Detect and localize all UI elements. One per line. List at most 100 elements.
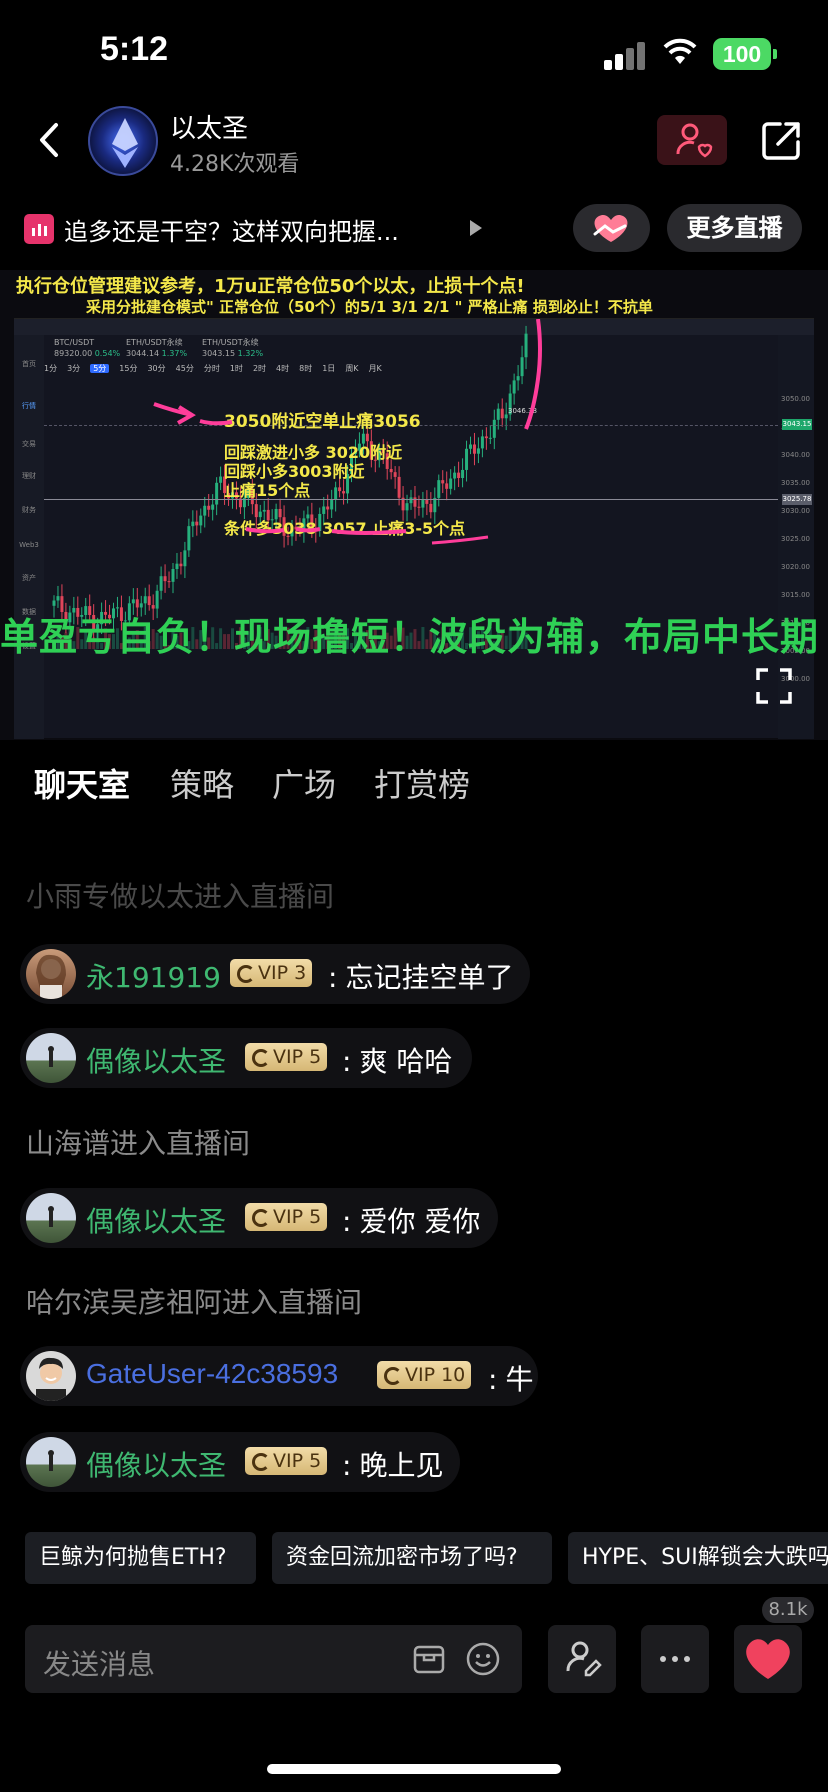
battery-indicator: 100 xyxy=(713,38,777,70)
trading-chart-screen: 首页 行情 交易 理财 财务 Web3 资产 数据 设置 BTC/USDT 893… xyxy=(14,318,814,739)
view-count: 4.28K次观看 xyxy=(170,152,300,177)
more-dots-icon xyxy=(660,1656,690,1662)
user-edit-icon xyxy=(566,1641,602,1677)
stream-title: 追多还是干空？这样双向把握... xyxy=(64,218,399,246)
avatar[interactable] xyxy=(26,1351,76,1401)
cellular-signal-icon xyxy=(604,42,648,70)
annotation-line: 回踩激进小多 3020附近 xyxy=(224,443,403,462)
candle-body xyxy=(421,498,425,508)
like-button[interactable] xyxy=(734,1625,802,1693)
wallet-icon[interactable] xyxy=(412,1642,446,1676)
chat-username[interactable]: GateUser-42c38593 xyxy=(86,1358,338,1390)
tab-chatroom[interactable]: 聊天室 xyxy=(34,760,130,806)
heart-like-icon xyxy=(746,1639,790,1679)
candle-body xyxy=(504,414,508,419)
candle-body xyxy=(187,526,191,551)
fullscreen-icon[interactable] xyxy=(754,666,794,706)
home-indicator[interactable] xyxy=(267,1764,561,1774)
system-message: 小雨专做以太进入直播间 xyxy=(26,880,335,913)
bar-chart-icon xyxy=(24,214,54,244)
candle-body xyxy=(445,483,449,489)
scrolling-marquee: 单盈亏自负！现场撸短！波段为辅，布局中长期 xyxy=(0,615,820,659)
candle-body xyxy=(147,596,151,606)
candle-body xyxy=(159,576,163,591)
candle-body xyxy=(453,472,457,479)
vip-badge: VIP 5 xyxy=(245,1043,328,1071)
high-label: 3046.38 xyxy=(508,407,537,415)
price-level-line xyxy=(44,499,778,500)
stream-title-row[interactable]: 追多还是干空？这样双向把握... xyxy=(24,206,584,250)
candle-body xyxy=(476,448,480,454)
candle-body xyxy=(449,478,453,489)
annotation-line: 回踩小多3003附近 xyxy=(224,462,365,481)
tab-square[interactable]: 广场 xyxy=(272,760,336,806)
chat-username[interactable]: 偶像以太圣 xyxy=(86,1040,226,1080)
candle-body xyxy=(520,357,524,377)
candle-body xyxy=(56,596,60,601)
candle-body xyxy=(52,600,56,606)
chat-text: : 爱你 爱你 xyxy=(342,1205,481,1238)
ethereum-logo-icon xyxy=(112,118,138,168)
chat-text: : 忘记挂空单了 xyxy=(328,961,514,994)
tab-strategy[interactable]: 策略 xyxy=(170,760,234,806)
system-message: 山海谱进入直播间 xyxy=(26,1127,251,1160)
host-name[interactable]: 以太圣 xyxy=(170,108,248,145)
message-input[interactable]: 发送消息 xyxy=(25,1625,522,1693)
candle-body xyxy=(195,521,199,526)
like-count: 8.1k xyxy=(762,1597,814,1623)
candle-body xyxy=(211,504,215,510)
play-triangle-icon xyxy=(470,220,482,236)
follow-button[interactable] xyxy=(657,115,727,165)
user-edit-button[interactable] xyxy=(548,1625,616,1693)
candle-body xyxy=(524,333,528,358)
level-price-tag: 3025.78 xyxy=(782,494,812,505)
annotation-conditional-long: 条件多3038 3057 止痛3-5个点 xyxy=(224,519,466,538)
avatar[interactable] xyxy=(26,1437,76,1487)
vip-badge: VIP 3 xyxy=(230,959,313,987)
candle-body xyxy=(461,469,465,479)
candle-body xyxy=(199,515,203,526)
candle-body xyxy=(219,476,223,483)
candle-body xyxy=(167,581,171,583)
topic-chip[interactable]: 巨鲸为何抛售ETH? xyxy=(25,1532,256,1584)
candle-body xyxy=(500,408,504,419)
candle-body xyxy=(437,480,441,498)
host-avatar[interactable] xyxy=(88,106,158,176)
chat-username[interactable]: 偶像以太圣 xyxy=(86,1444,226,1484)
vip-badge: VIP 10 xyxy=(377,1361,472,1389)
emoji-icon[interactable] xyxy=(465,1641,501,1677)
share-icon[interactable] xyxy=(760,118,804,162)
chat-message: 偶像以太圣 VIP 5 : 晚上见 xyxy=(20,1432,460,1492)
candle-body xyxy=(207,505,211,510)
candle-body xyxy=(417,506,421,508)
back-arrow-icon[interactable] xyxy=(30,115,70,165)
avatar[interactable] xyxy=(26,1033,76,1083)
live-video-player[interactable]: 执行仓位管理建议参考，1万u正常仓位50个以太，止损十个点! 采用分批建仓模式"… xyxy=(0,270,828,740)
candle-body xyxy=(191,521,195,527)
topic-chip[interactable]: 资金回流加密市场了吗? xyxy=(272,1532,552,1584)
topic-chip[interactable]: HYPE、SUI解锁会大跌吗 xyxy=(568,1532,828,1584)
annotation-long-entries: 回踩激进小多 3020附近 回踩小多3003附近 止痛15个点 xyxy=(224,443,402,500)
chat-message: 偶像以太圣 VIP 5 :爽 哈哈 xyxy=(20,1028,472,1088)
status-bar: 5:12 100 xyxy=(0,0,828,100)
avatar[interactable] xyxy=(26,949,76,999)
annotation-short-entry: 3050附近空单止痛3056 xyxy=(224,412,421,432)
chat-username[interactable]: 永191919 xyxy=(86,956,221,996)
avatar[interactable] xyxy=(26,1193,76,1243)
chat-username[interactable]: 偶像以太圣 xyxy=(86,1200,226,1240)
chat-text: :牛 xyxy=(488,1363,534,1396)
chat-text: : 晚上见 xyxy=(342,1449,444,1482)
candle-body xyxy=(143,596,147,604)
candle-body xyxy=(457,472,461,479)
candle-body xyxy=(326,506,330,510)
candle-body xyxy=(262,509,266,512)
tab-bar: 聊天室 策略 广场 打赏榜 xyxy=(0,760,828,810)
more-live-button[interactable]: 更多直播 xyxy=(667,204,802,252)
candle-body xyxy=(472,444,476,454)
more-button[interactable] xyxy=(641,1625,709,1693)
candle-body xyxy=(433,497,437,513)
tab-tip-ranking[interactable]: 打赏榜 xyxy=(374,760,470,806)
video-banner-line2: 采用分批建仓模式" 正常仓位（50个）的5/1 3/1 2/1 " 严格止痛 损… xyxy=(86,298,653,316)
heart-hands-button[interactable] xyxy=(573,204,650,252)
candle-body xyxy=(480,436,484,449)
